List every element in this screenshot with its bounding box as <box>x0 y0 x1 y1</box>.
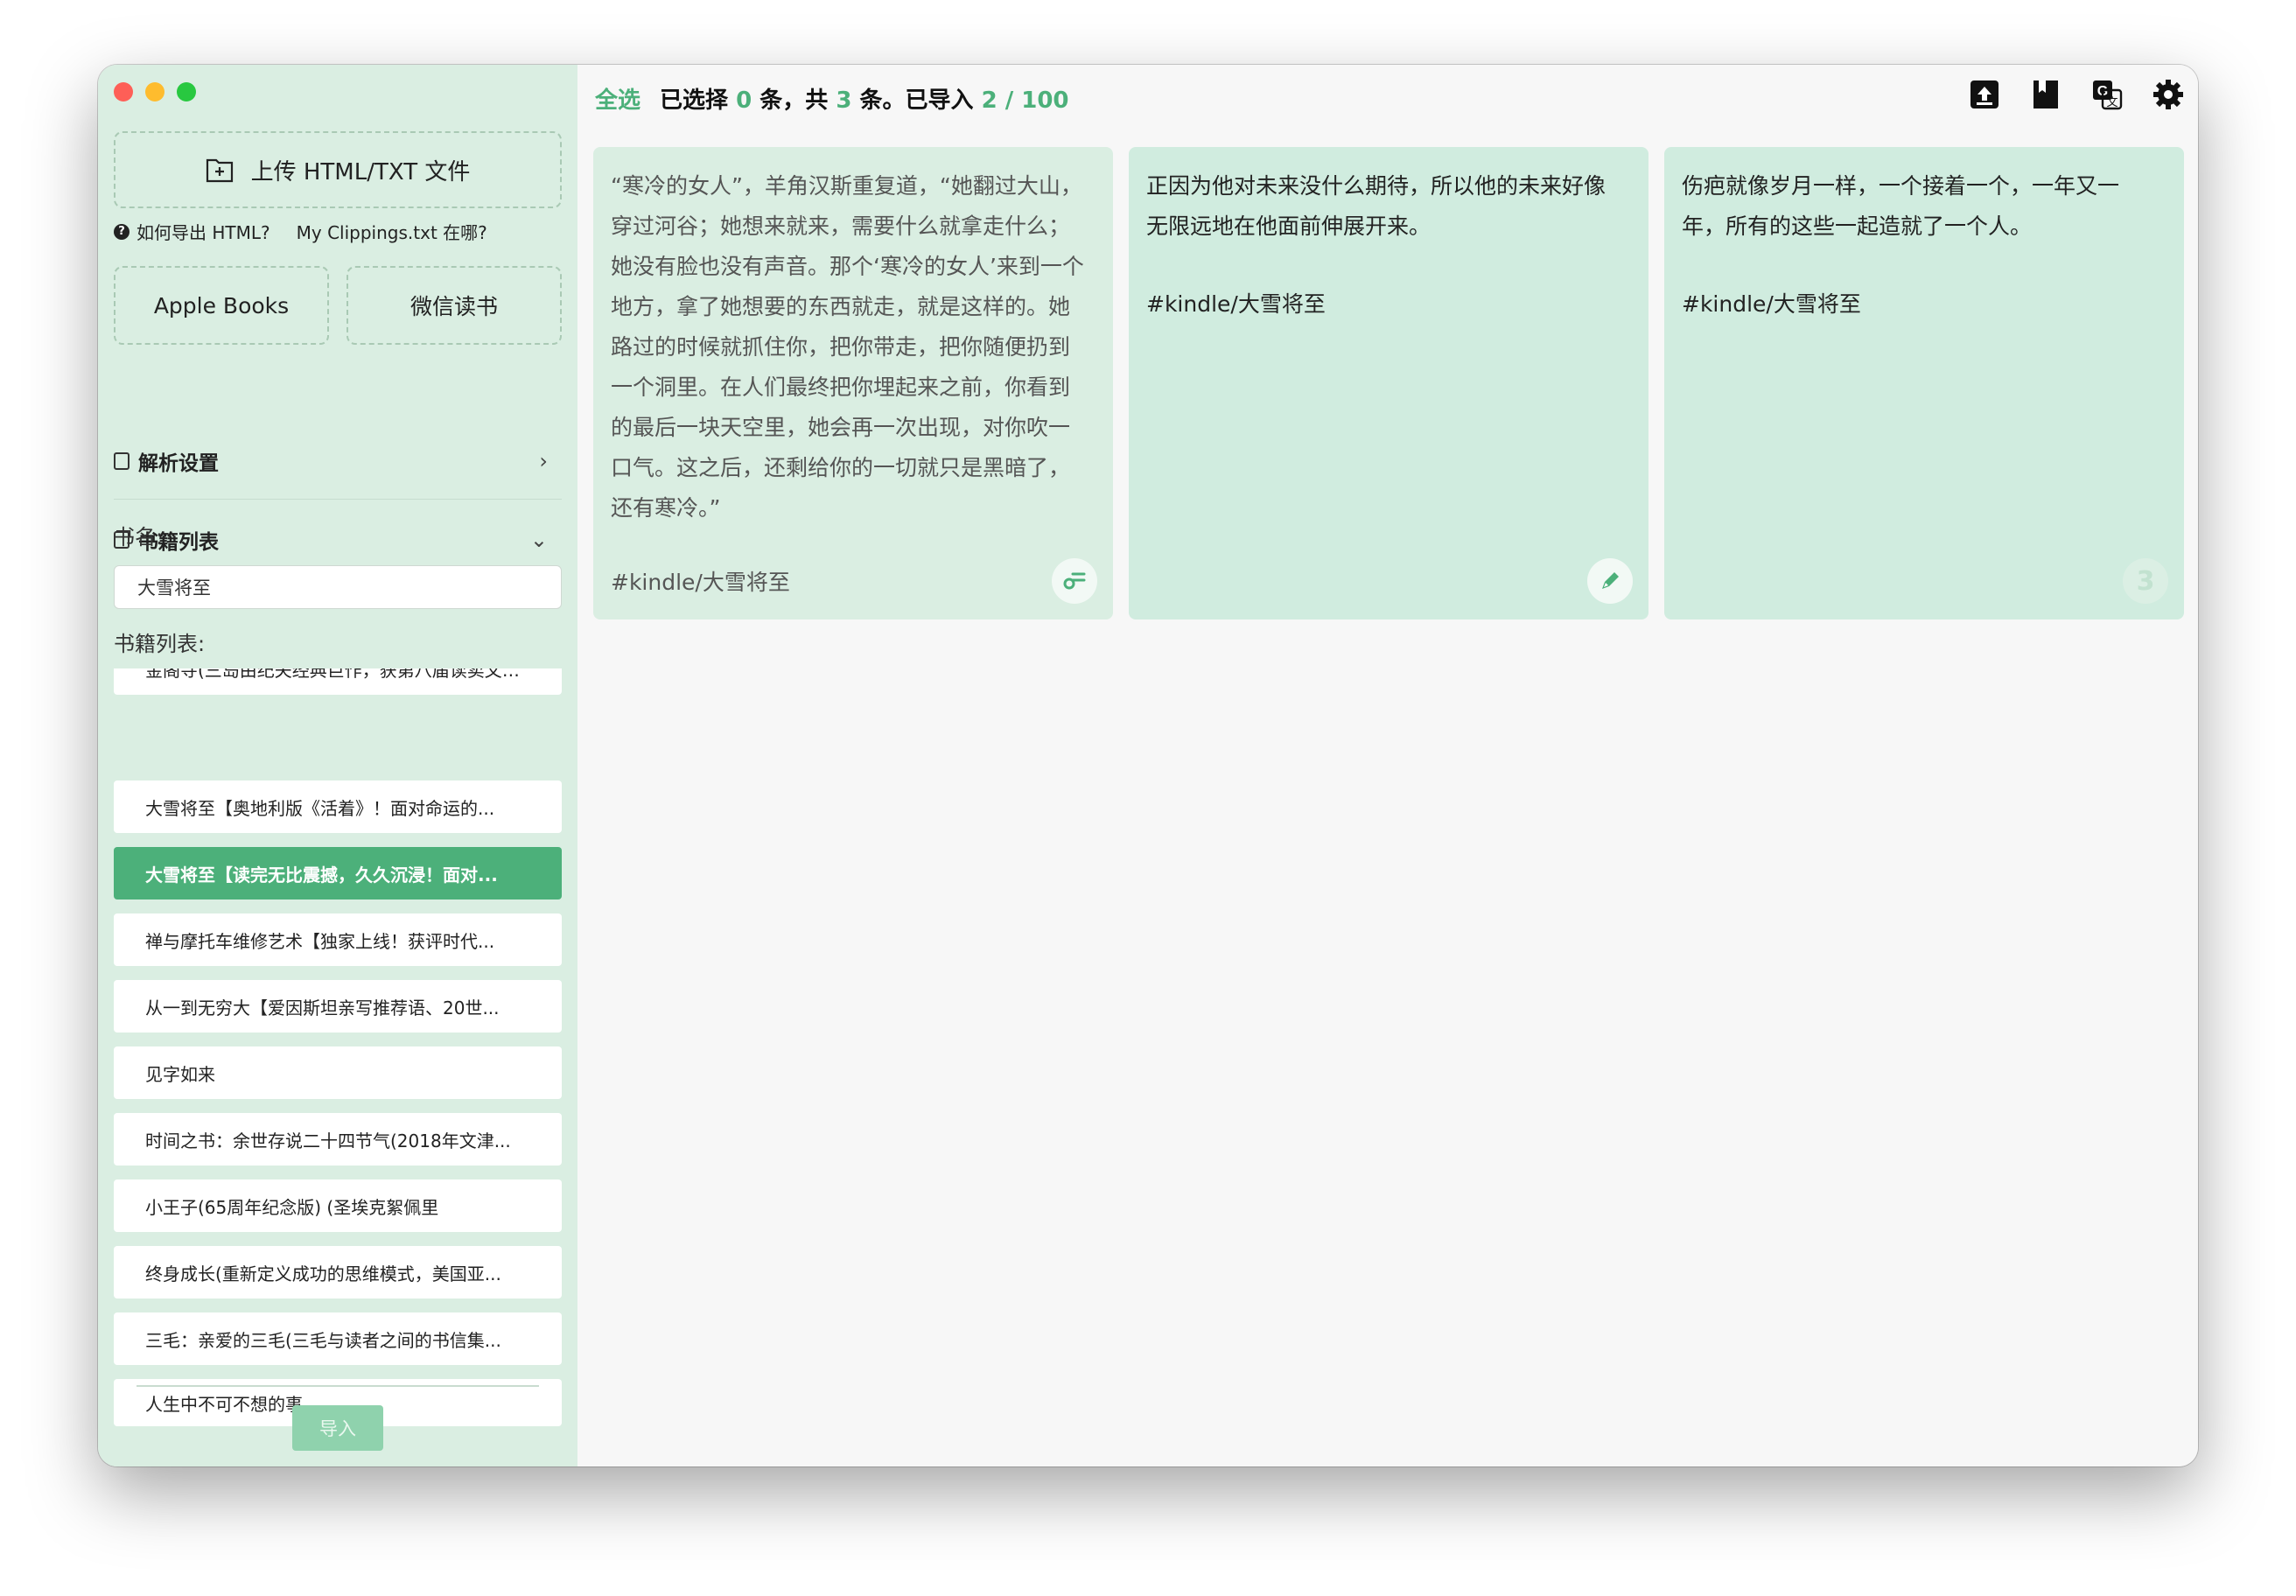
selection-summary: 已选择 0 条，共 3 条。已导入 2 / 100 <box>660 82 1069 115</box>
highlight-card[interactable]: 伤疤就像岁月一样，一个接着一个，一年又一 年，所有的这些一起造就了一个人。 #k… <box>1664 147 2184 620</box>
highlight-tag: #kindle/大雪将至 <box>611 570 790 595</box>
book-name-label: 书名: <box>114 525 164 550</box>
book-title: 时间之书：余世存说二十四节气(2018年文津... <box>145 1130 511 1152</box>
book-list-item[interactable]: 时间之书：余世存说二十四节气(2018年文津... <box>114 1113 562 1166</box>
book-list-item[interactable]: 从一到无穷大【爱因斯坦亲写推荐语、20世... <box>114 980 562 1032</box>
book-list-item-active[interactable]: 大雪将至【读完无比震撼，久久沉浸！面对... <box>114 847 562 900</box>
minimize-window-button[interactable] <box>145 82 164 102</box>
main-panel: 全选 已选择 0 条，共 3 条。已导入 2 / 100 G 文 “寒冷的女人”… <box>578 65 2198 1466</box>
highlight-text: “寒冷的女人”，羊角汉斯重复道，“她翻过大山， 穿过河谷；她想来就来，需要什么就… <box>611 173 1084 521</box>
question-icon: ? <box>114 223 130 240</box>
close-window-button[interactable] <box>114 82 133 102</box>
book-list-item[interactable]: 金阁寺(三岛由纪夫经典巨作，获第八届读卖文学奖... <box>114 668 562 695</box>
imported-prefix: 条。已导入 <box>859 87 974 114</box>
card-edit-button[interactable] <box>1587 558 1633 604</box>
gear-icon[interactable] <box>2152 79 2184 110</box>
upload-icon[interactable] <box>1969 79 2000 110</box>
card-index-badge: 3 <box>2123 558 2168 604</box>
imported-count: 2 / 100 <box>981 87 1069 114</box>
link-icon <box>1063 572 1086 590</box>
book-icon[interactable] <box>2030 79 2062 110</box>
book-list-item[interactable]: 三毛：亲爱的三毛(三毛与读者之间的书信集... <box>114 1312 562 1365</box>
total-count: 3 <box>836 87 852 114</box>
book-title: 见字如来 <box>145 1063 215 1085</box>
book-title: 禅与摩托车维修艺术【独家上线！获评时代... <box>145 930 495 952</box>
highlight-tag: #kindle/大雪将至 <box>1146 291 1326 317</box>
book-title: 三毛：亲爱的三毛(三毛与读者之间的书信集... <box>145 1329 501 1351</box>
book-title: 大雪将至【奥地利版《活着》！面对命运的... <box>145 797 495 819</box>
import-button[interactable]: 导入 <box>292 1405 383 1451</box>
help-export-html-label: 如何导出 HTML? <box>136 222 270 243</box>
parse-settings-section[interactable]: 解析设置 › <box>114 436 562 486</box>
sidebar: 上传 HTML/TXT 文件 ? 如何导出 HTML? My Clippings… <box>98 65 578 1466</box>
book-list-item[interactable]: 大雪将至【奥地利版《活着》！面对命运的... <box>114 780 562 833</box>
wechat-read-button[interactable]: 微信读书 <box>346 266 562 345</box>
select-all-button[interactable]: 全选 <box>595 82 640 115</box>
svg-text:文: 文 <box>2106 95 2118 108</box>
pencil-icon <box>1602 572 1619 589</box>
upload-file-button[interactable]: 上传 HTML/TXT 文件 <box>114 131 562 208</box>
upload-file-label: 上传 HTML/TXT 文件 <box>250 158 471 186</box>
window-controls <box>114 82 196 102</box>
help-export-html-link[interactable]: ? 如何导出 HTML? <box>114 219 270 244</box>
highlight-text: 伤疤就像岁月一样，一个接着一个，一年又一 年，所有的这些一起造就了一个人。 <box>1682 173 2120 239</box>
book-title: 大雪将至【读完无比震撼，久久沉浸！面对... <box>145 864 498 886</box>
book-title: 人生中不可不想的事 <box>145 1393 303 1415</box>
book-title: 小王子(65周年纪念版) (圣埃克絮佩里 <box>145 1196 439 1218</box>
book-list[interactable]: 金阁寺(三岛由纪夫经典巨作，获第八届读卖文学奖... 大雪将至【奥地利版《活着》… <box>114 668 562 1426</box>
zoom-window-button[interactable] <box>177 82 196 102</box>
highlight-tag: #kindle/大雪将至 <box>1682 291 1861 317</box>
total-prefix: 条，共 <box>760 87 829 114</box>
card-action-button[interactable] <box>1052 558 1097 604</box>
book-title: 金阁寺(三岛由纪夫经典巨作，获第八届读卖文学奖... <box>145 668 530 681</box>
section-divider <box>114 499 562 500</box>
horizontal-scrollbar[interactable] <box>136 1385 539 1387</box>
help-links: ? 如何导出 HTML? My Clippings.txt 在哪? <box>114 219 487 244</box>
selection-status-bar: 全选 已选择 0 条，共 3 条。已导入 2 / 100 <box>595 80 1069 116</box>
highlight-card[interactable]: “寒冷的女人”，羊角汉斯重复道，“她翻过大山， 穿过河谷；她想来就来，需要什么就… <box>593 147 1113 620</box>
chevron-down-icon: ⌄ <box>529 528 548 552</box>
help-clippings-link[interactable]: My Clippings.txt 在哪? <box>297 219 487 244</box>
book-list-label: 书籍列表: <box>114 632 206 656</box>
app-window: 上传 HTML/TXT 文件 ? 如何导出 HTML? My Clippings… <box>98 65 2198 1466</box>
translate-icon[interactable]: G 文 <box>2091 79 2123 110</box>
book-list-section[interactable]: 书籍列表 ⌄ <box>114 514 562 565</box>
book-list-item[interactable]: 见字如来 <box>114 1046 562 1099</box>
book-name-input[interactable] <box>114 565 562 609</box>
selected-count: 0 <box>736 87 752 114</box>
top-toolbar: G 文 <box>1969 79 2184 110</box>
book-list-item[interactable]: 小王子(65周年纪念版) (圣埃克絮佩里 <box>114 1180 562 1232</box>
book-list-item[interactable]: 禅与摩托车维修艺术【独家上线！获评时代... <box>114 914 562 966</box>
highlight-card[interactable]: 正因为他对未来没什么期待，所以他的未来好像 无限远地在他面前伸展开来。 #kin… <box>1129 147 1648 620</box>
book-list-item[interactable]: 终身成长(重新定义成功的思维模式，美国亚... <box>114 1246 562 1298</box>
folder-plus-icon <box>206 157 234 183</box>
apple-books-button[interactable]: Apple Books <box>114 266 329 345</box>
book-title: 从一到无穷大【爱因斯坦亲写推荐语、20世... <box>145 997 500 1018</box>
selected-prefix: 已选择 <box>660 87 729 114</box>
parse-settings-label: 解析设置 <box>138 452 219 475</box>
highlight-text: 正因为他对未来没什么期待，所以他的未来好像 无限远地在他面前伸展开来。 <box>1146 173 1606 239</box>
settings-list-icon <box>114 452 130 470</box>
chevron-right-icon: › <box>539 449 548 473</box>
book-title: 终身成长(重新定义成功的思维模式，美国亚... <box>145 1263 501 1284</box>
